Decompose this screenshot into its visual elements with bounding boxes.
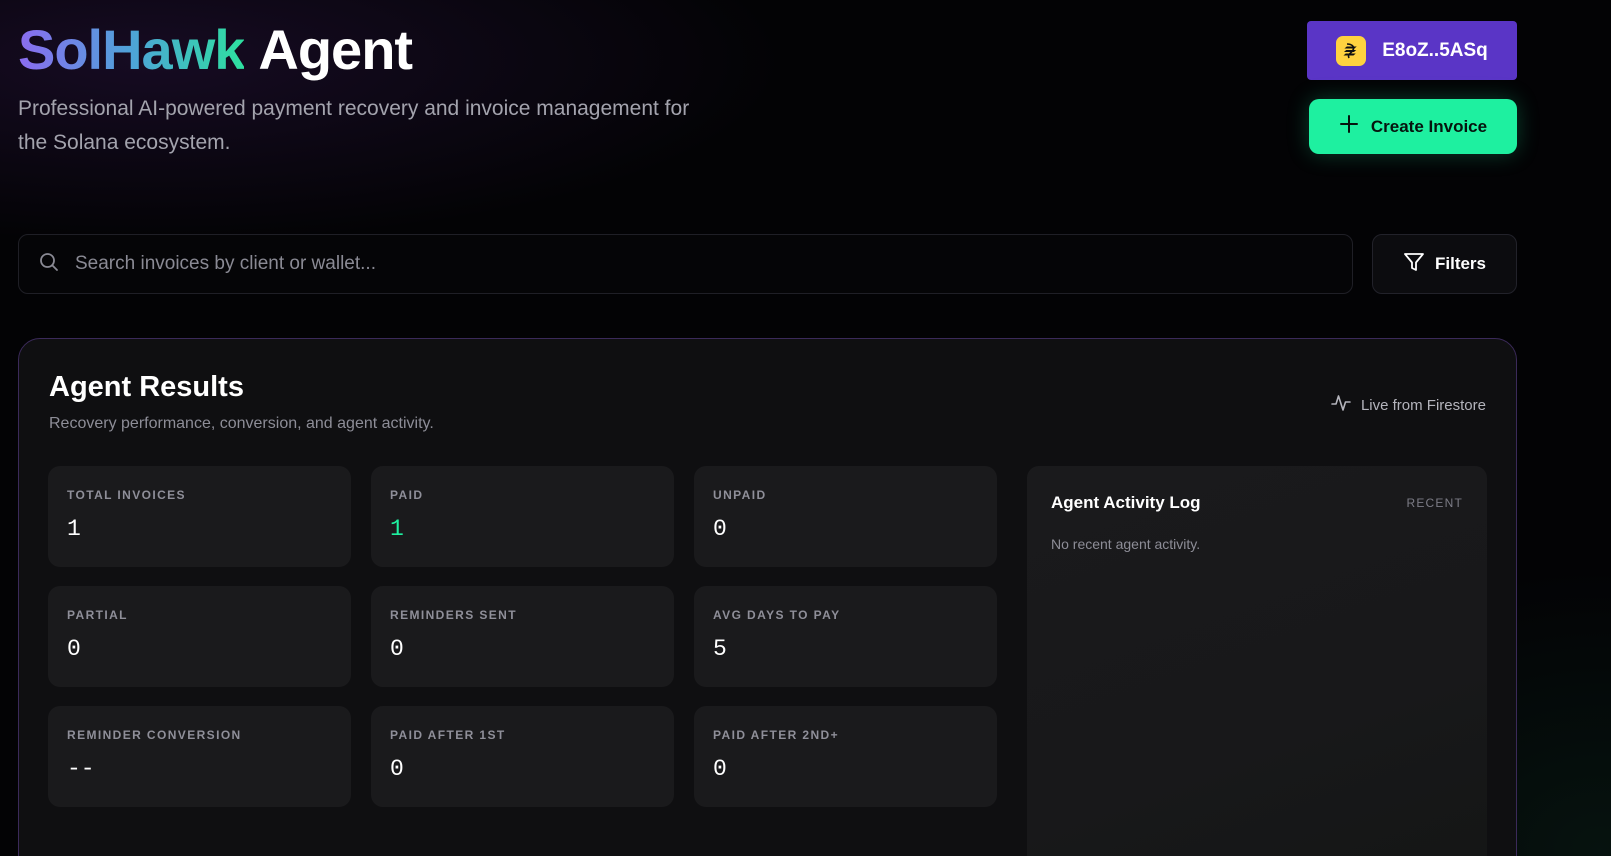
solana-logo-icon	[1336, 35, 1367, 66]
stat-label: PAID	[390, 488, 424, 502]
stat-label: PAID AFTER 2ND+	[713, 728, 840, 742]
stat-label: PAID AFTER 1ST	[390, 728, 506, 742]
plus-icon	[1339, 114, 1359, 139]
stat-value: 0	[390, 756, 404, 782]
filters-label: Filters	[1434, 254, 1487, 273]
search-icon	[39, 252, 59, 277]
panel-subtitle: Recovery performance, conversion, and ag…	[49, 415, 434, 432]
header: SolHawk Agent Professional AI-powered pa…	[18, 18, 758, 160]
stat-card-avg-days-to-pay: AVG DAYS TO PAY 5	[694, 586, 997, 687]
stat-card-paid-after-1st: PAID AFTER 1ST 0	[371, 706, 674, 807]
stat-value: 0	[713, 516, 727, 542]
agent-activity-log: Agent Activity Log RECENT No recent agen…	[1027, 466, 1487, 856]
wallet-address: E8oZ..5ASq	[1382, 39, 1488, 61]
app-title: SolHawk Agent	[18, 18, 758, 82]
stat-label: PARTIAL	[67, 608, 128, 622]
stat-label: REMINDER CONVERSION	[67, 728, 242, 742]
filter-icon	[1403, 251, 1425, 278]
stat-card-unpaid: UNPAID 0	[694, 466, 997, 567]
stat-label: AVG DAYS TO PAY	[713, 608, 841, 622]
activity-log-title: Agent Activity Log	[1051, 493, 1201, 512]
stat-value: 0	[713, 756, 727, 782]
stat-card-partial: PARTIAL 0	[48, 586, 351, 687]
stat-value: 1	[390, 516, 404, 542]
wallet-button[interactable]: E8oZ..5ASq	[1307, 21, 1517, 80]
stat-label: TOTAL INVOICES	[67, 488, 186, 502]
live-label: Live from Firestore	[1360, 396, 1486, 414]
stat-label: UNPAID	[713, 488, 767, 502]
stat-value: 0	[67, 636, 81, 662]
search-input[interactable]	[75, 253, 1275, 275]
stat-card-paid-after-2nd: PAID AFTER 2ND+ 0	[694, 706, 997, 807]
agent-results-panel: Agent Results Recovery performance, conv…	[18, 338, 1517, 856]
create-invoice-label: Create Invoice	[1370, 116, 1488, 136]
stat-value: 1	[67, 516, 81, 542]
stat-card-reminders-sent: REMINDERS SENT 0	[371, 586, 674, 687]
create-invoice-button[interactable]: Create Invoice	[1309, 99, 1517, 154]
stat-label: REMINDERS SENT	[390, 608, 517, 622]
stat-card-reminder-conversion: REMINDER CONVERSION --	[48, 706, 351, 807]
stat-card-paid: PAID 1	[371, 466, 674, 567]
stat-value: --	[67, 756, 95, 782]
activity-log-empty-message: No recent agent activity.	[1051, 536, 1201, 552]
live-status: Live from Firestore	[1331, 393, 1486, 417]
activity-pulse-icon	[1331, 393, 1351, 417]
stat-value: 5	[713, 636, 727, 662]
search-bar	[18, 234, 1353, 294]
brand-suffix: Agent	[258, 18, 413, 81]
filters-button[interactable]: Filters	[1372, 234, 1517, 294]
stat-card-total-invoices: TOTAL INVOICES 1	[48, 466, 351, 567]
panel-title: Agent Results	[49, 371, 244, 403]
stat-value: 0	[390, 636, 404, 662]
activity-log-tag: RECENT	[1406, 496, 1463, 510]
brand-name: SolHawk	[18, 18, 245, 81]
app-subtitle: Professional AI-powered payment recovery…	[18, 97, 690, 154]
